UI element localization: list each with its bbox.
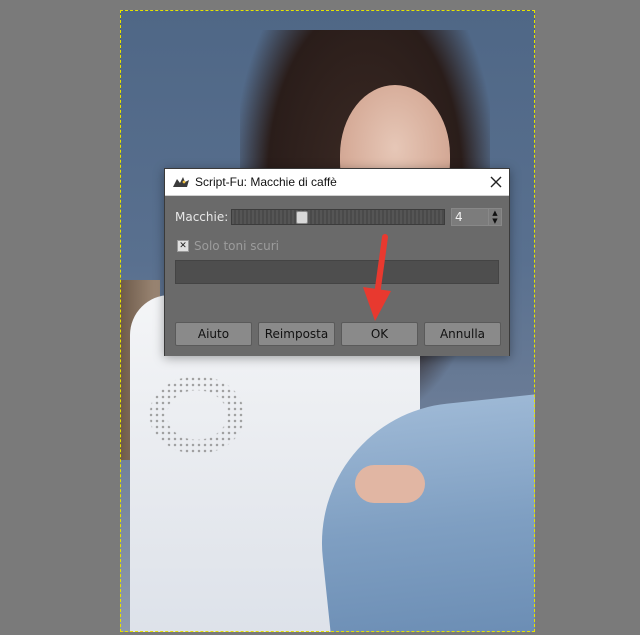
arrow-down-icon[interactable]: ▼ — [489, 217, 501, 225]
close-button[interactable] — [483, 169, 509, 195]
dark-tones-label: Solo toni scuri — [194, 239, 279, 253]
photo-hand — [355, 465, 425, 503]
help-button[interactable]: Aiuto — [175, 322, 252, 346]
dark-tones-row[interactable]: ✕ Solo toni scuri — [177, 239, 279, 253]
dark-tones-checkbox[interactable]: ✕ — [177, 240, 189, 252]
macchie-label: Macchie: — [175, 210, 229, 224]
dialog-body: Macchie: 4 ▲ ▼ ✕ Solo toni scuri Aiuto R… — [165, 196, 509, 356]
reset-button[interactable]: Reimposta — [258, 322, 335, 346]
button-row: Aiuto Reimposta OK Annulla — [175, 322, 501, 346]
annotation-arrow — [363, 234, 391, 321]
macchie-row: Macchie: 4 ▲ ▼ — [175, 208, 502, 226]
script-fu-dialog: Script-Fu: Macchie di caffè Macchie: 4 ▲… — [164, 168, 510, 356]
macchie-value-input[interactable]: 4 — [451, 208, 489, 226]
macchie-slider[interactable] — [231, 209, 445, 225]
close-icon — [490, 176, 502, 188]
macchie-spinbox[interactable]: 4 ▲ ▼ — [451, 208, 502, 226]
cancel-button[interactable]: Annulla — [424, 322, 501, 346]
arrow-up-icon[interactable]: ▲ — [489, 209, 501, 217]
progress-bar — [175, 260, 499, 284]
slider-knob[interactable] — [296, 211, 308, 224]
coffee-stain-speckles — [142, 370, 252, 460]
ok-button[interactable]: OK — [341, 322, 418, 346]
dialog-titlebar[interactable]: Script-Fu: Macchie di caffè — [165, 169, 509, 196]
spin-arrows[interactable]: ▲ ▼ — [489, 208, 502, 226]
gimp-wilber-icon — [171, 174, 191, 190]
dialog-title: Script-Fu: Macchie di caffè — [195, 175, 337, 189]
